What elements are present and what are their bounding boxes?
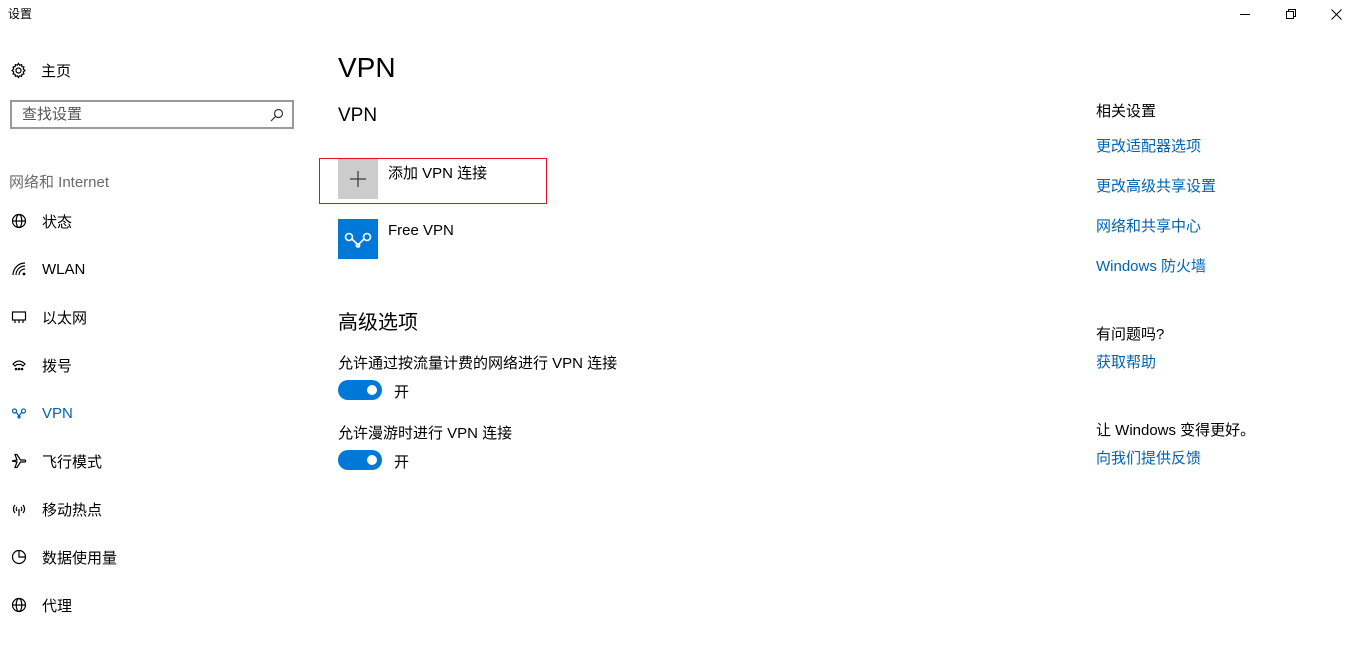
wifi-icon [10, 260, 28, 278]
data-usage-icon [10, 548, 28, 566]
sidebar-item-label: 以太网 [42, 309, 88, 327]
close-icon [1330, 8, 1342, 20]
metered-toggle[interactable] [338, 380, 382, 400]
firewall-link[interactable]: Windows 防火墙 [1096, 255, 1206, 276]
airplane-icon [10, 452, 28, 470]
ethernet-icon [10, 308, 28, 326]
sidebar-item-label: 代理 [42, 597, 73, 615]
sidebar-item-wlan[interactable]: WLAN [10, 258, 85, 280]
section-label: 网络和 Internet [9, 174, 110, 191]
sidebar-item-dialup[interactable]: 拨号 [10, 354, 72, 376]
plus-icon [350, 171, 366, 187]
toggle-knob [367, 385, 377, 395]
home-label: 主页 [41, 62, 72, 80]
related-settings-heading: 相关设置 [1096, 103, 1157, 120]
sidebar-item-label: VPN [42, 404, 73, 422]
home-nav-item[interactable]: 主页 [10, 60, 71, 80]
restore-icon [1286, 9, 1296, 19]
add-tile [338, 159, 378, 199]
page-title: VPN [338, 52, 396, 83]
toggle-knob [367, 455, 377, 465]
vpn-connection-name: Free VPN [388, 222, 454, 239]
sidebar-item-data-usage[interactable]: 数据使用量 [10, 546, 117, 568]
question-heading: 有问题吗? [1096, 326, 1165, 343]
minimize-button[interactable] [1222, 0, 1268, 28]
minimize-icon [1240, 14, 1250, 15]
search-icon[interactable] [270, 108, 284, 122]
add-vpn-button[interactable]: 添加 VPN 连接 [338, 159, 487, 199]
get-help-link[interactable]: 获取帮助 [1096, 351, 1156, 372]
sidebar-item-airplane-mode[interactable]: 飞行模式 [10, 450, 102, 472]
search-input[interactable] [22, 106, 262, 123]
metered-toggle-state: 开 [394, 384, 410, 401]
roaming-toggle[interactable] [338, 450, 382, 470]
advanced-sharing-link[interactable]: 更改高级共享设置 [1096, 175, 1216, 196]
add-vpn-label: 添加 VPN 连接 [388, 165, 488, 182]
sidebar-item-label: WLAN [42, 260, 86, 278]
roaming-toggle-state: 开 [394, 454, 410, 471]
vpn-tile [338, 219, 378, 259]
sidebar-item-label: 移动热点 [42, 501, 103, 519]
vpn-section-title: VPN [338, 105, 378, 126]
gear-icon [11, 61, 26, 79]
globe-status-icon [10, 212, 28, 230]
vpn-icon [10, 404, 28, 422]
sidebar-item-status[interactable]: 状态 [10, 210, 72, 232]
close-button[interactable] [1313, 0, 1357, 28]
dialup-icon [10, 356, 28, 374]
globe-icon [10, 596, 28, 614]
search-box[interactable] [10, 100, 294, 129]
sidebar-item-ethernet[interactable]: 以太网 [10, 306, 87, 328]
feedback-heading: 让 Windows 变得更好。 [1096, 422, 1256, 439]
restore-button[interactable] [1268, 0, 1314, 28]
sidebar-item-label: 状态 [42, 213, 73, 231]
adapter-options-link[interactable]: 更改适配器选项 [1096, 135, 1201, 156]
roaming-option-label: 允许漫游时进行 VPN 连接 [338, 425, 513, 442]
hotspot-icon [10, 500, 28, 518]
sidebar-item-label: 数据使用量 [42, 549, 118, 567]
vpn-connection-icon [344, 232, 372, 248]
sidebar-item-label: 飞行模式 [42, 453, 103, 471]
window-title: 设置 [8, 7, 33, 21]
metered-option-label: 允许通过按流量计费的网络进行 VPN 连接 [338, 355, 618, 372]
feedback-link[interactable]: 向我们提供反馈 [1096, 447, 1201, 468]
sharing-center-link[interactable]: 网络和共享中心 [1096, 215, 1201, 236]
sidebar-item-vpn[interactable]: VPN [10, 402, 73, 424]
sidebar-item-label: 拨号 [42, 357, 73, 375]
vpn-connection-item[interactable]: Free VPN [338, 219, 454, 259]
advanced-options-title: 高级选项 [338, 312, 418, 334]
sidebar-item-proxy[interactable]: 代理 [10, 594, 72, 616]
sidebar-item-mobile-hotspot[interactable]: 移动热点 [10, 498, 102, 520]
